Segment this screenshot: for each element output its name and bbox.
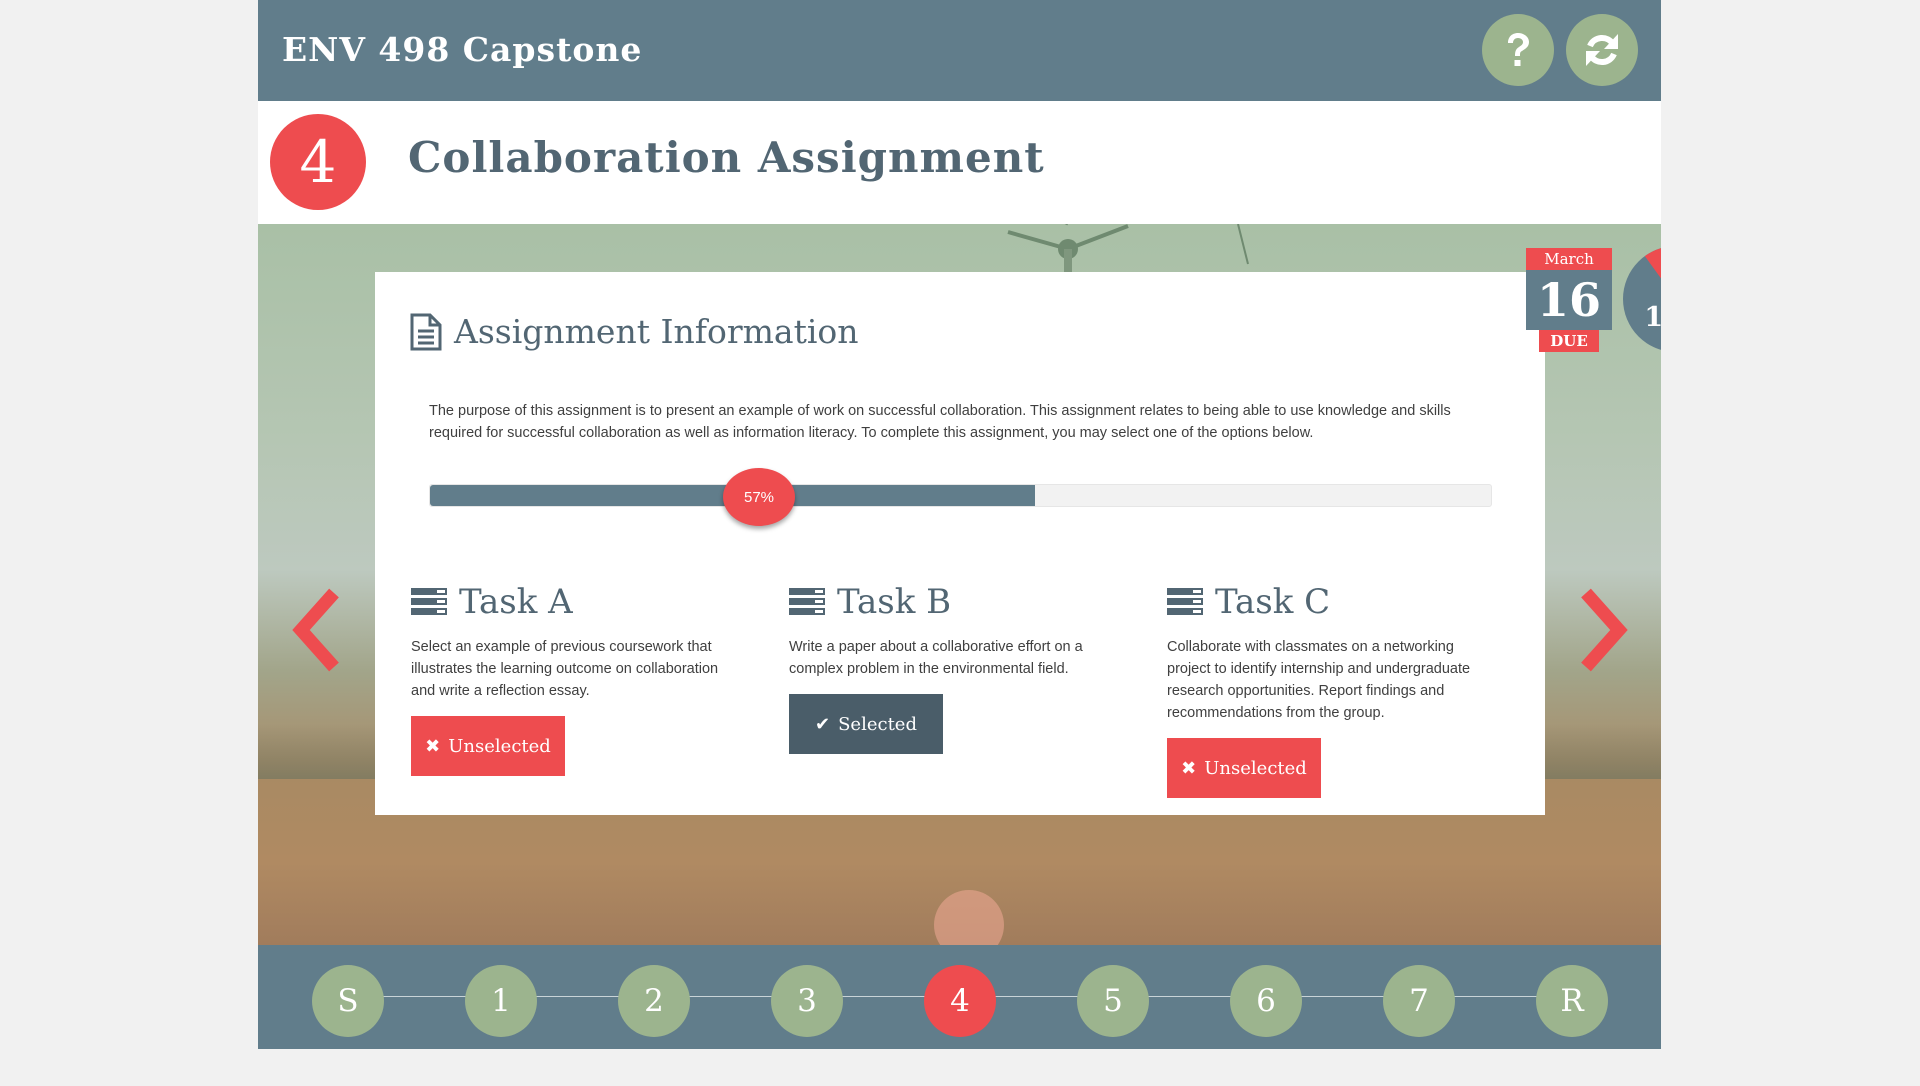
step-7[interactable]: 7 — [1383, 965, 1455, 1037]
refresh-icon — [1586, 34, 1618, 66]
task-b-heading: Task B — [789, 582, 1119, 622]
module-number-badge: 4 — [270, 114, 366, 210]
assignment-description: The purpose of this assignment is to pre… — [429, 403, 1451, 441]
step-1[interactable]: 1 — [465, 965, 537, 1037]
task-c-title: Task C — [1215, 582, 1331, 622]
step-s[interactable]: S — [312, 965, 384, 1037]
module-title: Collaboration Assignment — [408, 133, 1045, 182]
task-a: Task A Select an example of previous cou… — [411, 582, 741, 776]
task-b-select-button[interactable]: ✔ Selected — [789, 694, 943, 754]
course-title: ENV 498 Capstone — [282, 30, 643, 69]
progress-bar — [429, 484, 1492, 507]
grade-weight-pie — [1623, 248, 1661, 350]
app-window: ENV 498 Capstone 4 Collaboration Assignm… — [258, 0, 1661, 1049]
assignment-info-heading: Assignment Information — [410, 312, 859, 351]
due-label: DUE — [1539, 330, 1599, 352]
step-3[interactable]: 3 — [771, 965, 843, 1037]
previous-arrow-button[interactable] — [289, 585, 349, 675]
tasks-list-icon — [1167, 588, 1203, 615]
grade-weight-label: 10% — [1644, 302, 1661, 333]
task-c-select-button[interactable]: ✖ Unselected — [1167, 738, 1321, 798]
task-a-select-button[interactable]: ✖ Unselected — [411, 716, 565, 776]
assignment-info-title: Assignment Information — [454, 312, 859, 351]
task-c: Task C Collaborate with classmates on a … — [1167, 582, 1497, 798]
task-a-button-label: Unselected — [448, 735, 551, 757]
refresh-button[interactable] — [1566, 14, 1638, 86]
progress-percent-badge: 57% — [723, 468, 795, 526]
tasks-list-icon — [789, 588, 825, 615]
task-a-title: Task A — [459, 582, 573, 622]
task-b-button-label: Selected — [838, 713, 917, 735]
chevron-right-icon — [1581, 588, 1628, 672]
x-icon: ✖ — [425, 735, 441, 757]
header-bar: ENV 498 Capstone — [258, 0, 1661, 101]
next-arrow-button[interactable] — [1571, 585, 1631, 675]
step-4[interactable]: 4 — [924, 965, 996, 1037]
task-c-button-label: Unselected — [1204, 757, 1307, 779]
task-b-description: Write a paper about a collaborative effo… — [789, 639, 1083, 677]
assignment-card: Assignment Information The purpose of th… — [375, 272, 1545, 815]
due-date-badge: March 16 DUE — [1526, 248, 1612, 352]
task-b: Task B Write a paper about a collaborati… — [789, 582, 1119, 754]
step-navigation: S 1 2 3 4 5 6 7 R — [258, 945, 1661, 1049]
step-2[interactable]: 2 — [618, 965, 690, 1037]
x-icon: ✖ — [1181, 757, 1197, 779]
tasks-list-icon — [411, 588, 447, 615]
task-b-title: Task B — [837, 582, 952, 622]
due-day: 16 — [1526, 270, 1612, 330]
task-c-description: Collaborate with classmates on a network… — [1167, 639, 1471, 721]
module-heading: 4 Collaboration Assignment — [258, 101, 1661, 224]
question-mark-icon — [1508, 33, 1529, 66]
document-icon — [410, 313, 442, 350]
step-5[interactable]: 5 — [1077, 965, 1149, 1037]
checkmark-icon: ✔ — [815, 713, 831, 735]
task-a-heading: Task A — [411, 582, 741, 622]
chevron-left-icon — [292, 588, 339, 672]
due-month: March — [1526, 248, 1612, 270]
task-a-description: Select an example of previous coursework… — [411, 639, 719, 699]
step-r[interactable]: R — [1536, 965, 1608, 1037]
step-6[interactable]: 6 — [1230, 965, 1302, 1037]
help-button[interactable] — [1482, 14, 1554, 86]
task-c-heading: Task C — [1167, 582, 1497, 622]
